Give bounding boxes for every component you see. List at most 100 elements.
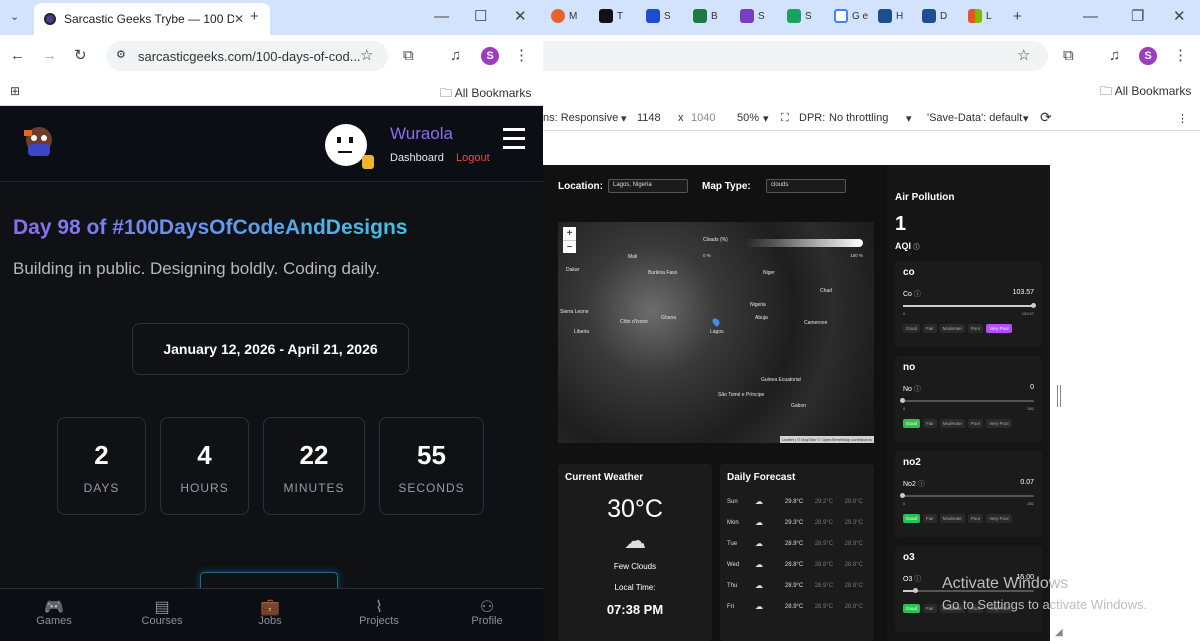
all-bookmarks-folder[interactable]: 🗀 All Bookmarks: [1100, 82, 1191, 103]
width-input[interactable]: 1148: [637, 112, 661, 124]
tab-search-icon[interactable]: ⌄: [10, 10, 19, 25]
map-attribution[interactable]: Leaflet | © MapTiler © OpenStreetMap con…: [779, 436, 874, 443]
level-chip: Good: [903, 604, 921, 613]
site-info-icon[interactable]: ⚙: [116, 48, 126, 61]
nav-jobs[interactable]: 💼 Jobs: [230, 589, 310, 627]
address-bar[interactable]: ⚙ sarcasticgeeks.com/100-days-of-cod...: [106, 41, 388, 71]
slider-thumb[interactable]: [900, 398, 905, 403]
weather-map[interactable]: + − Clouds (%) 0 % 100 % Dakar Mali Burk…: [558, 222, 874, 443]
throttling-dropdown[interactable]: No throttling: [829, 112, 888, 124]
user-avatar[interactable]: [324, 123, 378, 173]
info-icon[interactable]: ⓘ: [914, 291, 921, 298]
tab-m[interactable]: M: [551, 9, 577, 23]
tab-g[interactable]: G e: [834, 9, 868, 23]
dashboard-link[interactable]: Dashboard: [390, 152, 444, 164]
address-bar[interactable]: [543, 41, 1048, 71]
nav-profile[interactable]: ⚇ Profile: [447, 589, 527, 627]
minimize-icon[interactable]: —: [434, 9, 449, 24]
info-icon[interactable]: ⓘ: [914, 245, 920, 251]
level-chip: Fair: [923, 514, 937, 523]
site-logo[interactable]: [18, 122, 60, 164]
apps-grid-icon[interactable]: ⊞: [10, 84, 20, 99]
tab-strip: ⌄ Sarcastic Geeks Trybe — 100 Da ✕ + — ☐…: [0, 0, 543, 35]
tab-t[interactable]: T: [599, 9, 623, 23]
bookmark-star-icon[interactable]: ☆: [360, 48, 373, 63]
viewport-resize-handle[interactable]: [1057, 385, 1061, 407]
map-label: Dakar: [566, 267, 580, 273]
location-select[interactable]: Lagos, Nigeria: [608, 179, 688, 193]
forward-icon[interactable]: →: [42, 48, 57, 63]
times-label: x: [678, 112, 684, 124]
zoom-dropdown[interactable]: 50%: [737, 112, 759, 124]
dpr-label[interactable]: DPR:: [799, 112, 825, 124]
minimize-icon[interactable]: —: [1083, 9, 1098, 24]
height-input[interactable]: 1040: [691, 112, 715, 124]
nav-games[interactable]: 🎮 Games: [14, 589, 94, 627]
media-control-icon[interactable]: ♫: [1109, 48, 1120, 63]
nav-projects[interactable]: ⌇ Projects: [339, 589, 419, 627]
new-tab-icon[interactable]: +: [1013, 9, 1022, 24]
level-chip: Very Poor: [986, 419, 1013, 428]
all-bookmarks-folder[interactable]: 🗀 All Bookmarks: [440, 84, 531, 105]
restore-icon[interactable]: ❐: [1131, 9, 1144, 24]
info-icon[interactable]: ⓘ: [918, 481, 925, 488]
device-dropdown[interactable]: ns: Responsive: [543, 112, 618, 124]
profile-avatar[interactable]: S: [481, 47, 499, 65]
menu-kebab-icon[interactable]: ⋮: [1173, 48, 1188, 63]
save-data-dropdown[interactable]: 'Save-Data': default: [927, 112, 1022, 124]
back-icon[interactable]: ←: [10, 48, 25, 63]
forecast-row: Tue ☁ 28.9°C 28.9°C 28.9°C: [727, 533, 867, 554]
bookmark-star-icon[interactable]: ☆: [1017, 48, 1030, 63]
hamburger-menu-icon[interactable]: [503, 128, 525, 149]
slider-thumb[interactable]: [1031, 303, 1036, 308]
tab-s3[interactable]: S: [787, 9, 812, 23]
daily-forecast-card: Daily Forecast Sun ☁ 29.8°C 29.2°C 29.8°C Mon…: [720, 464, 874, 641]
forecast-min: 28.8°C: [814, 561, 834, 568]
slider-thumb[interactable]: [900, 493, 905, 498]
map-label: Ghana: [661, 315, 677, 321]
profile-avatar[interactable]: S: [1139, 47, 1157, 65]
zoom-in-button[interactable]: +: [563, 227, 576, 240]
logout-link[interactable]: Logout: [456, 152, 490, 164]
map-label: Mali: [628, 254, 638, 260]
close-tab-icon[interactable]: ✕: [234, 12, 244, 26]
tab-s2[interactable]: S: [740, 9, 765, 23]
location-marker-icon[interactable]: [711, 317, 721, 327]
nav-courses[interactable]: ▤ Courses: [122, 589, 202, 627]
tab-sarcastic-geeks[interactable]: Sarcastic Geeks Trybe — 100 Da ✕: [34, 3, 270, 35]
map-type-select[interactable]: clouds: [766, 179, 846, 193]
reload-icon[interactable]: ↻: [74, 48, 87, 63]
info-icon[interactable]: ⓘ: [914, 386, 921, 393]
slider-thumb[interactable]: [913, 588, 919, 593]
level-chip: Moderate: [939, 419, 965, 428]
extensions-icon[interactable]: ⧉: [403, 48, 414, 63]
excel-favicon-icon: [693, 9, 707, 23]
tab-b[interactable]: B: [693, 9, 718, 23]
devtools-more-icon[interactable]: ⋮: [1177, 112, 1188, 125]
extensions-icon[interactable]: ⧉: [1063, 48, 1074, 63]
rotate-icon[interactable]: ⟳: [1040, 109, 1052, 126]
blue-favicon-icon: [646, 9, 660, 23]
tab-d[interactable]: D: [922, 9, 947, 23]
cloud-icon: ☁: [755, 497, 763, 506]
maximize-icon[interactable]: ☐: [474, 9, 487, 24]
sheets-favicon-icon: [787, 9, 801, 23]
close-window-icon[interactable]: ✕: [1173, 9, 1186, 24]
forecast-max: 28.9°C: [844, 540, 863, 547]
countdown-label: MINUTES: [283, 481, 345, 495]
username[interactable]: Wuraola: [390, 124, 453, 144]
tab-h[interactable]: H: [878, 9, 903, 23]
forecast-list: Sun ☁ 29.8°C 29.2°C 29.8°C Mon ☁ 29.3°C 28.9°C 29…: [727, 491, 867, 617]
chevron-down-icon: ▾: [906, 113, 912, 125]
info-icon[interactable]: ⓘ: [914, 576, 921, 583]
resize-corner-icon[interactable]: ◢: [1055, 627, 1063, 638]
folder-icon: 🗀: [440, 86, 453, 100]
menu-kebab-icon[interactable]: ⋮: [514, 48, 529, 63]
zoom-out-button[interactable]: −: [563, 240, 576, 253]
close-window-icon[interactable]: ✕: [514, 9, 527, 24]
forecast-temp: 28.8°C: [784, 561, 804, 568]
tab-s1[interactable]: S: [646, 9, 671, 23]
media-control-icon[interactable]: ♫: [450, 48, 461, 63]
tab-l[interactable]: L: [968, 9, 992, 23]
new-tab-icon[interactable]: +: [250, 9, 259, 24]
